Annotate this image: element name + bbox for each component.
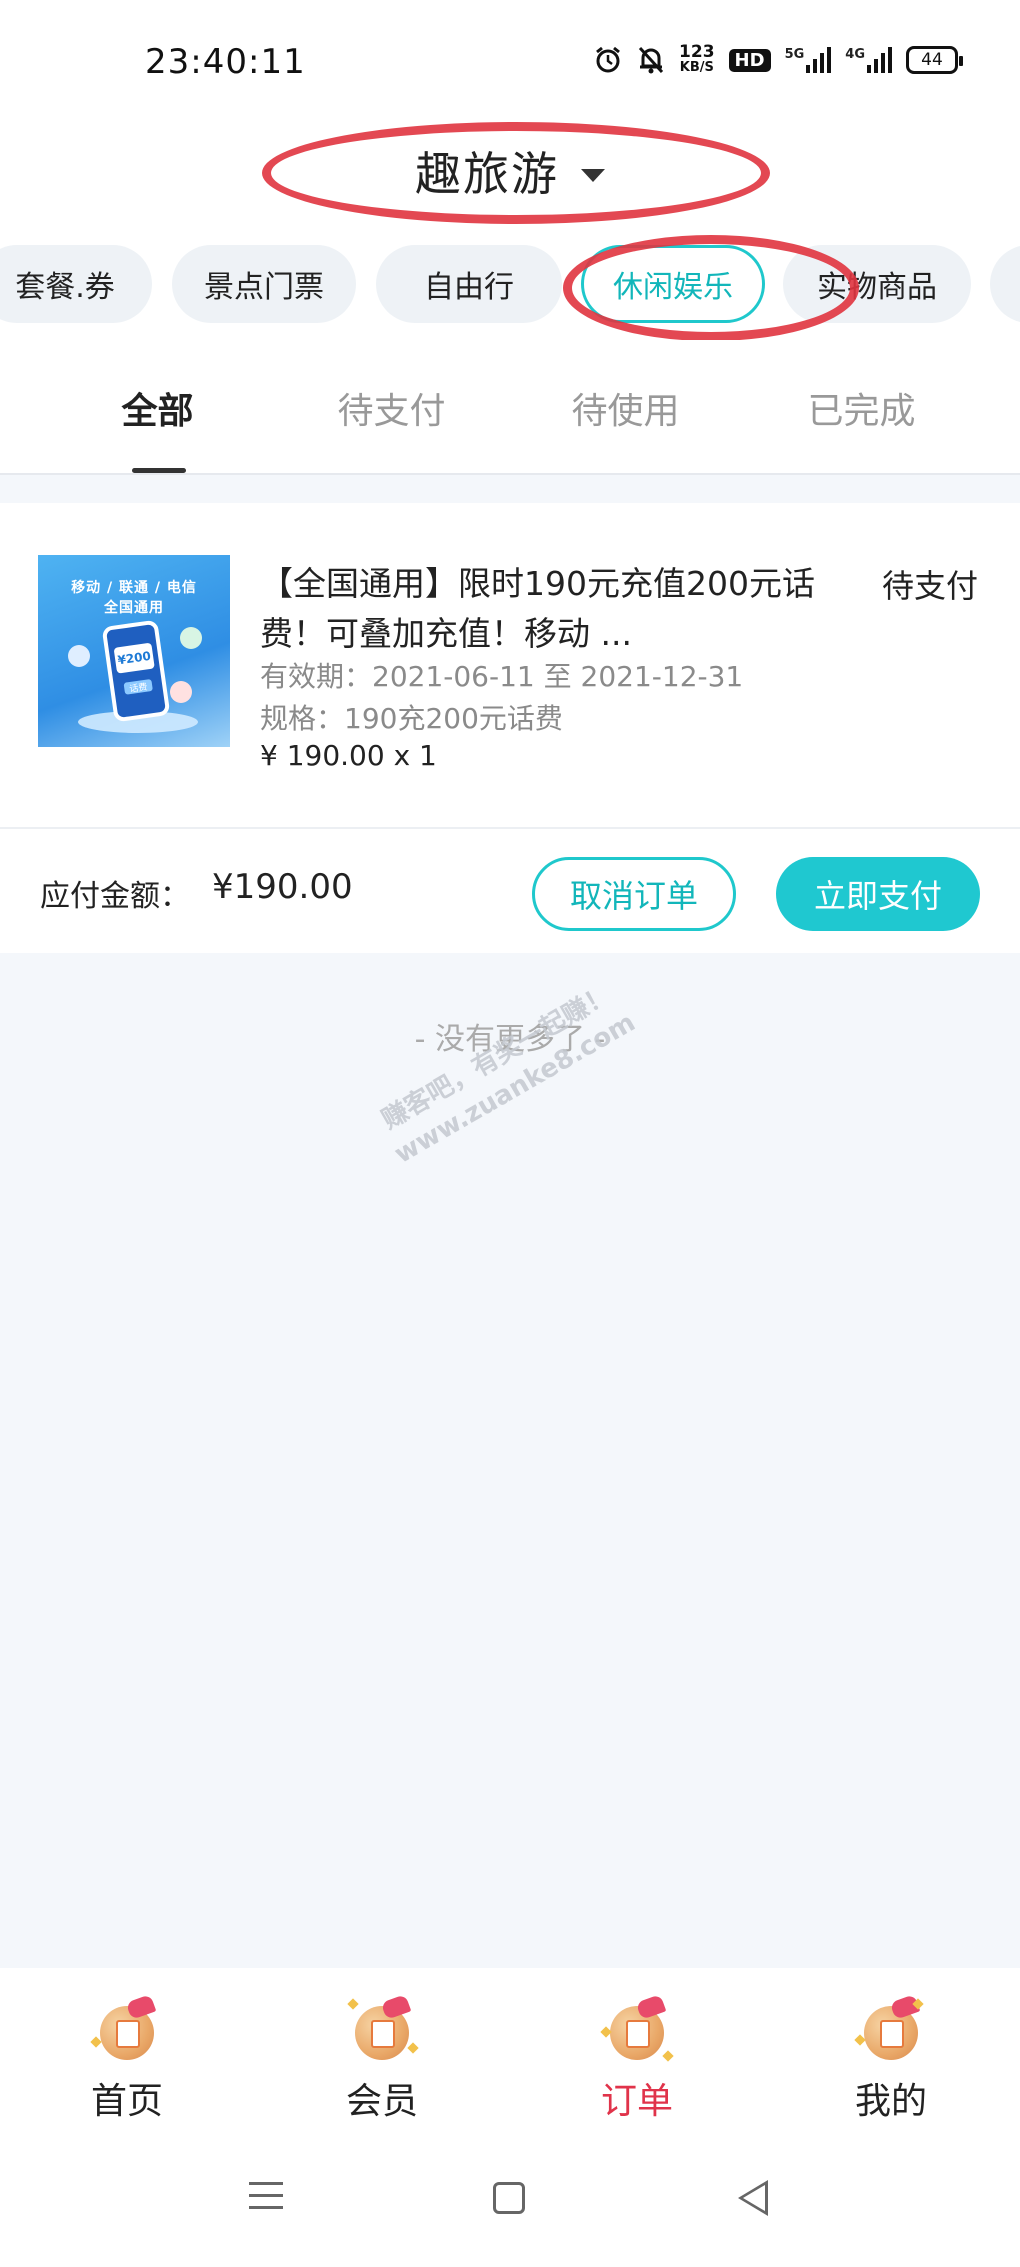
system-nav-bar [0, 2138, 1020, 2267]
profile-icon [854, 1994, 928, 2062]
thumb-caption: 全国通用 [104, 600, 164, 616]
amount-due-label: 应付金额： [40, 879, 190, 914]
mobile-logo-icon [180, 627, 202, 649]
category-chip[interactable]: 自由行 [376, 245, 562, 323]
phone-illustration: ¥200 话费 [101, 619, 171, 723]
status-time: 23:40:11 [145, 42, 306, 82]
menu-icon[interactable] [249, 2182, 283, 2218]
back-triangle-icon[interactable] [738, 2180, 768, 2216]
thumb-value: ¥200 [113, 642, 155, 674]
pay-now-button[interactable]: 立即支付 [776, 857, 980, 931]
price-quantity: ¥ 190.00 x 1 [260, 739, 437, 772]
nav-label: 首页 [90, 2081, 163, 2122]
category-chip[interactable]: 景点门票 [172, 245, 356, 323]
signal-bars-icon [867, 47, 892, 73]
watermark: 赚客吧，有奖一起赚！ www.zuanke8.com [370, 974, 642, 1173]
thumb-caption: 移动 / 联通 / 电信 [71, 580, 197, 596]
signal-4g: 4G [845, 47, 892, 73]
network-speed-unit: KB/S [679, 60, 714, 75]
home-square-icon[interactable] [493, 2182, 525, 2214]
app-title: 趣旅游 [415, 147, 559, 201]
home-icon [90, 1994, 164, 2062]
amount-due-value: ¥190.00 [212, 867, 353, 907]
category-chip-partial[interactable] [990, 245, 1020, 323]
alarm-icon [593, 45, 623, 75]
nav-orders[interactable]: 订单 [552, 1994, 722, 2128]
thumb-sub: 话费 [123, 678, 153, 695]
order-status: 待支付 [881, 567, 978, 605]
category-chip-active[interactable]: 休闲娱乐 [581, 245, 765, 323]
nav-label-active: 订单 [600, 2081, 673, 2122]
mute-bell-icon [637, 45, 665, 75]
nav-label: 我的 [854, 2081, 927, 2122]
category-chip[interactable]: 实物商品 [783, 245, 971, 323]
battery-icon: 44 [906, 46, 963, 74]
app-header: 趣旅游 [0, 120, 1020, 235]
caret-down-icon [581, 169, 605, 182]
bottom-nav: 首页 会员 订单 我的 [0, 1968, 1020, 2138]
tab-pending-payment[interactable]: 待支付 [274, 340, 509, 475]
signal-bars-icon [806, 47, 832, 73]
cancel-order-button[interactable]: 取消订单 [532, 857, 736, 931]
order-status-tabs: 全部 待支付 待使用 已完成 [0, 340, 1020, 475]
tab-indicator [132, 468, 186, 473]
signal-5g: 5G [785, 47, 832, 73]
tab-completed[interactable]: 已完成 [744, 340, 979, 475]
signal-4g-label: 4G [845, 47, 865, 62]
nav-label: 会员 [345, 2081, 418, 2122]
status-icons: 123 KB/S HD 5G 4G 44 [593, 44, 963, 76]
member-icon [345, 1994, 419, 2062]
tab-all[interactable]: 全部 [40, 340, 275, 475]
nav-member[interactable]: 会员 [297, 1994, 467, 2128]
product-title[interactable]: 【全国通用】限时190元充值200元话费！可叠加充值！移动 ... [260, 559, 850, 659]
product-spec: 规格：190充200元话费 [260, 702, 563, 735]
category-bar: 套餐.券 景点门票 自由行 休闲娱乐 实物商品 [0, 235, 1020, 340]
app-title-selector[interactable]: 趣旅游 [0, 138, 1020, 204]
nav-home[interactable]: 首页 [42, 1994, 212, 2128]
signal-5g-label: 5G [784, 47, 805, 62]
network-speed: 123 KB/S [679, 44, 715, 76]
nav-mine[interactable]: 我的 [806, 1994, 976, 2128]
category-chip[interactable]: 套餐.券 [0, 245, 152, 323]
network-speed-value: 123 [679, 42, 715, 62]
validity-period: 有效期：2021-06-11 至 2021-12-31 [260, 660, 744, 693]
divider [0, 827, 1020, 829]
tab-to-use[interactable]: 待使用 [508, 340, 743, 475]
hd-badge: HD [728, 48, 771, 72]
unicom-logo-icon [170, 681, 192, 703]
telecom-logo-icon [68, 645, 90, 667]
product-thumbnail[interactable]: 移动 / 联通 / 电信 全国通用 ¥200 话费 [38, 555, 230, 747]
status-bar: 23:40:11 123 KB/S HD 5G 4G 44 [0, 0, 1020, 120]
orders-icon [600, 1994, 674, 2062]
order-card[interactable]: 移动 / 联通 / 电信 全国通用 ¥200 话费 【全国通用】限时190元充值… [0, 503, 1020, 953]
